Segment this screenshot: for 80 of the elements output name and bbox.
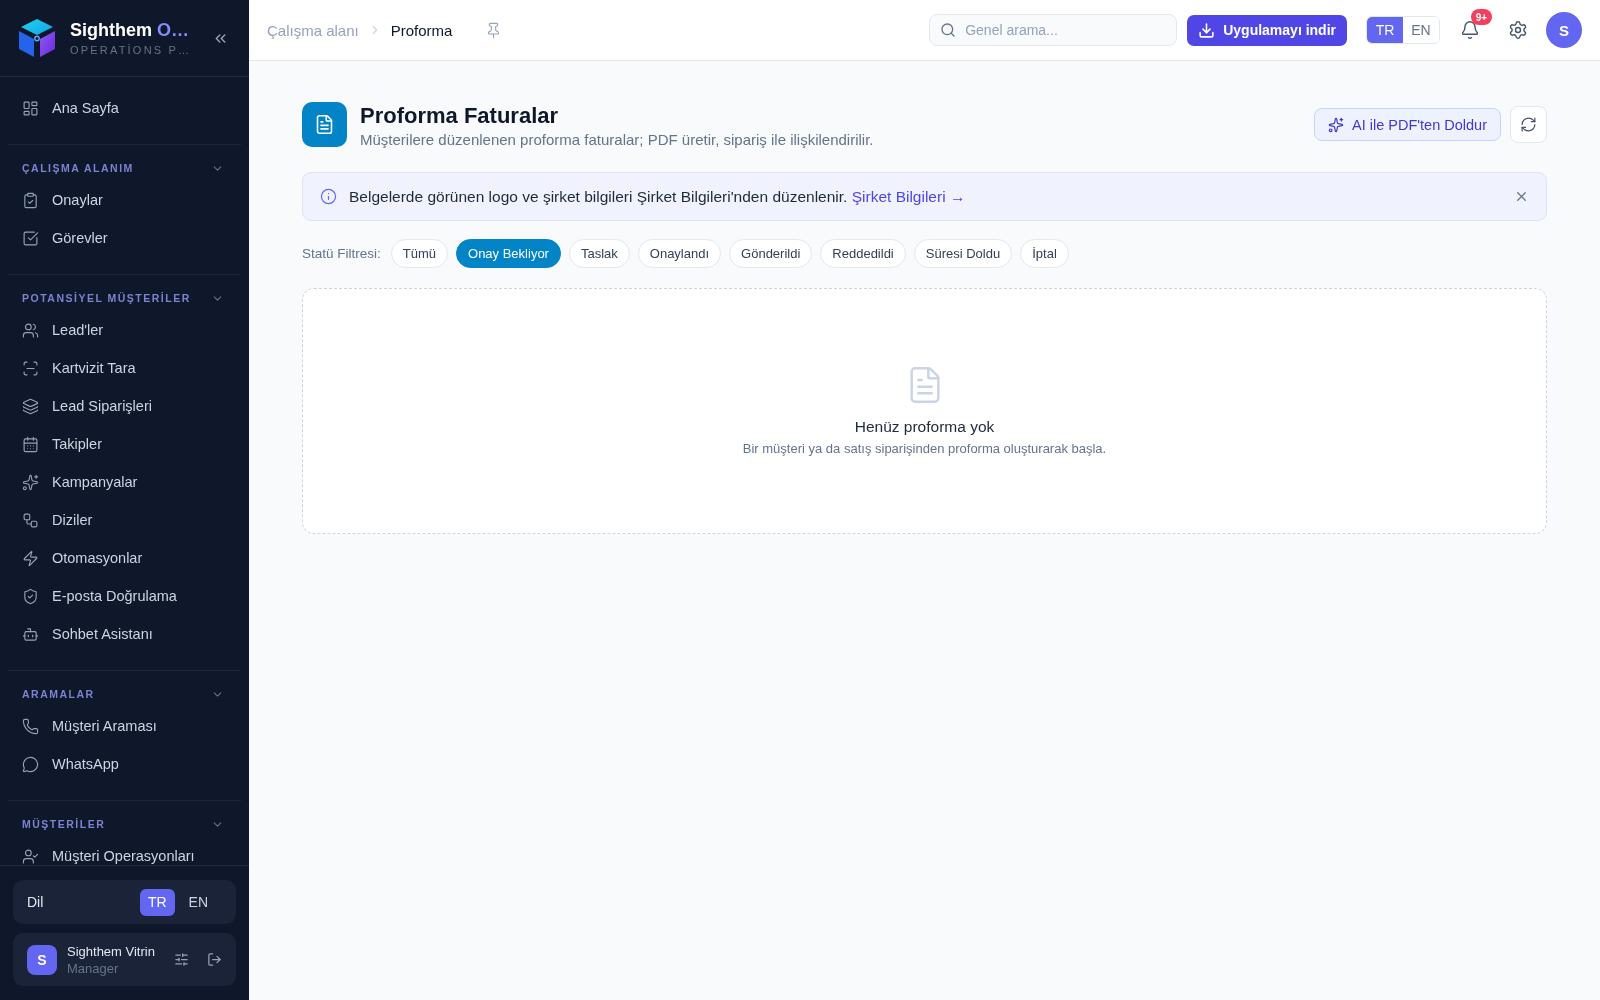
preferences-button[interactable] — [174, 952, 189, 967]
company-info-link[interactable]: Şirket Bilgileri → — [851, 187, 966, 205]
sidebar-section-header[interactable]: ÇALIŞMA ALANIM — [0, 157, 249, 179]
sparkles-icon — [22, 473, 39, 491]
status-filter-chip[interactable]: Reddedildi — [820, 239, 906, 268]
logout-icon — [207, 952, 222, 967]
language-option[interactable]: EN — [180, 888, 216, 916]
layers-icon — [22, 397, 39, 415]
sparkles-icon — [1328, 116, 1345, 133]
sidebar-item[interactable]: Lead Siparişleri — [0, 387, 249, 425]
calendar-icon — [22, 435, 39, 453]
user-role: Manager — [67, 959, 119, 977]
phone-icon — [22, 717, 39, 735]
language-option[interactable]: TR — [1367, 17, 1403, 43]
sidebar-item[interactable]: Takipler — [0, 425, 249, 463]
workflow-icon — [22, 511, 39, 529]
user-avatar: S — [27, 944, 57, 975]
lightning-icon — [22, 549, 39, 567]
download-app-button[interactable]: Uygulamayı indir — [1187, 14, 1347, 46]
user-avatar[interactable]: S — [1546, 12, 1582, 48]
status-filter-chip[interactable]: Onaylandı — [637, 239, 722, 268]
sidebar-item[interactable]: Müşteri Araması — [0, 707, 249, 745]
scan-frame-icon — [22, 359, 39, 377]
brand-name: Sighthem O… — [70, 19, 191, 41]
sidebar-item[interactable]: WhatsApp — [0, 745, 249, 783]
sidebar-item[interactable]: Kampanyalar — [0, 463, 249, 501]
users-icon — [22, 321, 39, 339]
sidebar-item[interactable]: E-posta Doğrulama — [0, 577, 249, 615]
status-filter-chip[interactable]: Gönderildi — [729, 239, 813, 268]
dashboard-grid-icon — [22, 99, 39, 117]
sidebar-item[interactable]: Görevler — [0, 219, 249, 257]
page-subtitle: Müşterilere düzenlenen proforma faturalar; PDF üretir, sipariş ile ilişkilendirilir. — [360, 130, 874, 150]
robot-icon — [22, 625, 39, 643]
info-icon — [320, 188, 337, 205]
filter-label: Statü Filtresi: — [302, 246, 381, 261]
close-icon — [1514, 189, 1529, 204]
empty-state-title: Henüz proforma yok — [854, 417, 995, 437]
status-filter-chip[interactable]: Süresi Doldu — [913, 239, 1013, 268]
chat-bubble-icon — [22, 755, 39, 773]
close-button[interactable] — [1514, 189, 1529, 204]
language-label: Dil — [27, 894, 44, 910]
search-icon — [940, 22, 957, 38]
status-filter-chip[interactable]: Taslak — [568, 239, 630, 268]
sidebar-section-header[interactable]: POTANSİYEL MÜŞTERİLER — [0, 287, 249, 309]
status-filter-chip[interactable]: Tümü — [390, 239, 448, 268]
cube-logo — [17, 18, 57, 58]
empty-state-description: Bir müşteri ya da satış siparişinden proforma oluşturarak başla. — [742, 441, 1107, 457]
sidebar-item[interactable]: Lead'ler — [0, 311, 249, 349]
sidebar-section-header[interactable]: MÜŞTERİLER — [0, 813, 249, 835]
status-filter-chip[interactable]: İptal — [1020, 239, 1069, 268]
sidebar-section-header[interactable]: ARAMALAR — [0, 683, 249, 705]
user-name: Sighthem Vitrin — [67, 942, 155, 960]
language-option[interactable]: TR — [139, 888, 175, 916]
sidebar-item[interactable]: Müşteri Operasyonları — [0, 837, 249, 865]
logout-button[interactable] — [207, 952, 222, 967]
refresh-icon — [1520, 116, 1537, 133]
sidebar-item[interactable]: Sohbet Asistanı — [0, 615, 249, 653]
sidebar-item[interactable]: Diziler — [0, 501, 249, 539]
sidebar-item[interactable]: Ana Sayfa — [0, 89, 249, 127]
checkbox-icon — [22, 229, 39, 247]
notification-badge: 9+ — [1471, 9, 1492, 25]
bell-icon — [1460, 20, 1480, 40]
shield-check-icon — [22, 587, 39, 605]
status-filter-chip[interactable]: Onay Bekliyor — [456, 239, 561, 268]
refresh-button[interactable] — [1510, 106, 1547, 143]
search-field[interactable]: Genel arama... — [929, 14, 1178, 46]
document-icon — [302, 102, 347, 147]
sidebar-item[interactable]: Onaylar — [0, 181, 249, 219]
settings-icon — [1508, 20, 1528, 40]
user-check-icon — [22, 847, 39, 865]
brand-tagline: OPERATİONS P… — [70, 43, 192, 57]
sidebar-item[interactable]: Otomasyonlar — [0, 539, 249, 577]
banner-message: Belgelerde görünen logo ve şirket bilgileri Şirket Bilgileri'nden düzenlenir. Şirket Bilgileri → — [349, 187, 966, 206]
breadcrumb-current: Proforma — [390, 21, 453, 39]
clipboard-check-icon — [22, 191, 39, 209]
download-icon — [1198, 21, 1216, 39]
page-title: Proforma Faturalar — [360, 102, 560, 130]
sidebar-item[interactable]: Kartvizit Tara — [0, 349, 249, 387]
sliders-icon — [174, 952, 189, 967]
ai-fill-button[interactable]: AI ile PDF'ten Doldur — [1314, 108, 1501, 141]
